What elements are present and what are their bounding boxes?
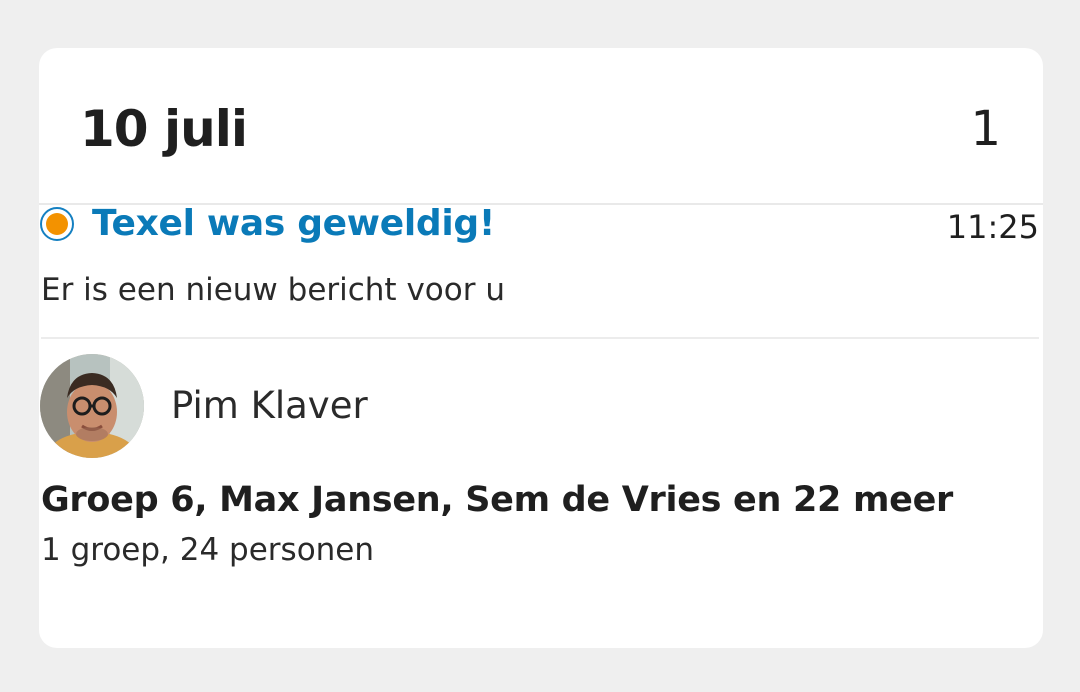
recipients-summary: 1 groep, 24 personen	[41, 532, 375, 568]
day-date: 10 juli	[80, 100, 248, 158]
message-preview: Er is een nieuw bericht voor u	[41, 272, 505, 308]
day-header: 10 juli 1	[39, 48, 1043, 205]
sender-name: Pim Klaver	[171, 384, 368, 427]
divider	[41, 337, 1039, 339]
unread-status-icon	[40, 207, 74, 241]
avatar-photo-icon	[40, 354, 144, 458]
message-title-link[interactable]: Texel was geweldig!	[92, 202, 495, 246]
message-time: 11:25	[946, 208, 1039, 246]
recipients-list: Groep 6, Max Jansen, Sem de Vries en 22 …	[41, 480, 953, 520]
day-message-count: 1	[970, 101, 1001, 157]
sender-avatar	[40, 354, 144, 458]
